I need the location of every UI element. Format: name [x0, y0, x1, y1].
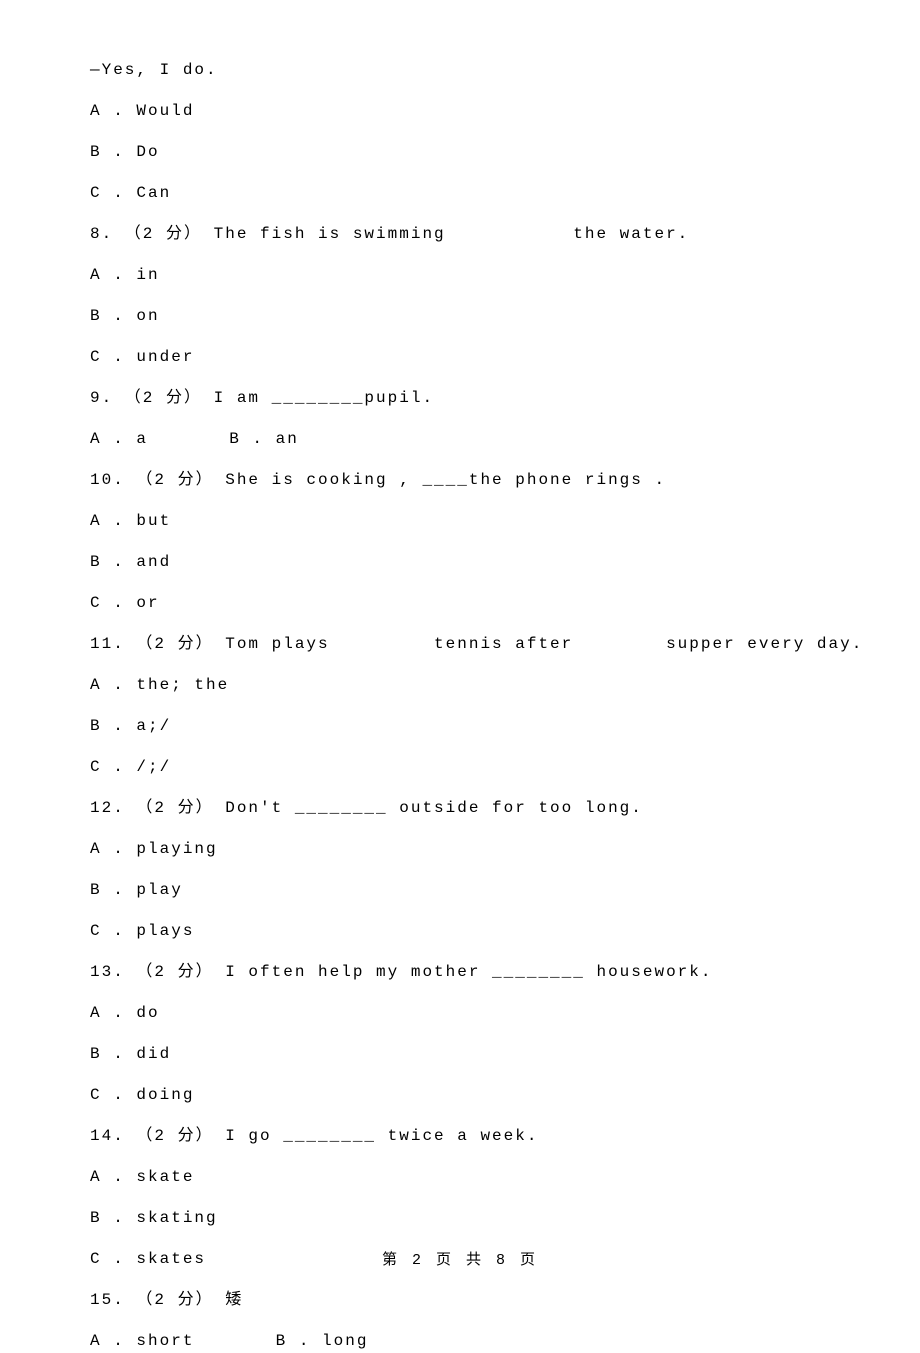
q8-option-c: C . under	[90, 345, 830, 369]
q10-stem: 10. （2 分） She is cooking , ____the phone…	[90, 468, 830, 492]
q8-option-a: A . in	[90, 263, 830, 287]
q11-option-b: B . a;/	[90, 714, 830, 738]
q14-option-a: A . skate	[90, 1165, 830, 1189]
q14-option-b: B . skating	[90, 1206, 830, 1230]
q13-stem: 13. （2 分） I often help my mother _______…	[90, 960, 830, 984]
q9-stem: 9. （2 分） I am ________pupil.	[90, 386, 830, 410]
q11-option-a: A . the; the	[90, 673, 830, 697]
q10-option-c: C . or	[90, 591, 830, 615]
q8-stem: 8. （2 分） The fish is swimming the water.	[90, 222, 830, 246]
q9-options: A . a B . an	[90, 427, 830, 451]
q13-option-b: B . did	[90, 1042, 830, 1066]
intro-option-b: B . Do	[90, 140, 830, 164]
q8-option-b: B . on	[90, 304, 830, 328]
q12-option-c: C . plays	[90, 919, 830, 943]
q15-stem: 15. （2 分） 矮	[90, 1288, 830, 1312]
q10-option-b: B . and	[90, 550, 830, 574]
q12-option-a: A . playing	[90, 837, 830, 861]
q11-option-c: C . /;/	[90, 755, 830, 779]
intro-option-c: C . Can	[90, 181, 830, 205]
q13-option-a: A . do	[90, 1001, 830, 1025]
q10-option-a: A . but	[90, 509, 830, 533]
page-footer: 第 2 页 共 8 页	[0, 1250, 920, 1273]
q15-options: A . short B . long	[90, 1329, 830, 1353]
q12-stem: 12. （2 分） Don't ________ outside for too…	[90, 796, 830, 820]
intro-answer: —Yes, I do.	[90, 58, 830, 82]
q13-option-c: C . doing	[90, 1083, 830, 1107]
q14-stem: 14. （2 分） I go ________ twice a week.	[90, 1124, 830, 1148]
q11-stem: 11. （2 分） Tom plays tennis after supper …	[90, 632, 830, 656]
q12-option-b: B . play	[90, 878, 830, 902]
intro-option-a: A . Would	[90, 99, 830, 123]
